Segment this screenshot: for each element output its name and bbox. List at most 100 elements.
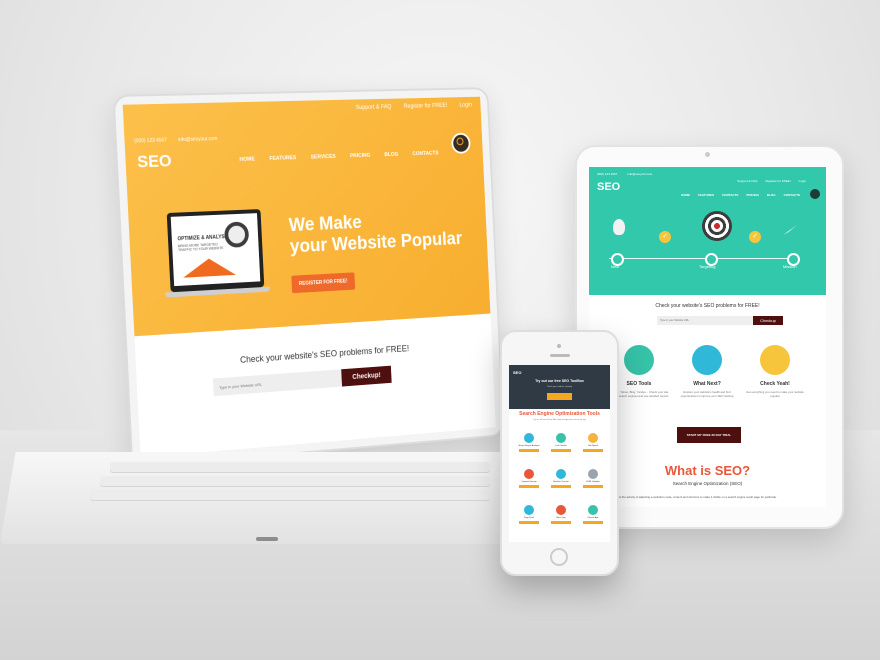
tool-name: Page Rank xyxy=(517,517,541,519)
phone-camera xyxy=(557,344,561,348)
keyboard-row xyxy=(110,462,490,472)
what-is-seo-text: is the activity of adjusting a website's… xyxy=(619,495,819,499)
feature-desc: Get everything you need to make your web… xyxy=(745,390,805,398)
login-link[interactable]: Login xyxy=(799,179,806,183)
tool-icon xyxy=(556,469,566,479)
tool-icon xyxy=(556,433,566,443)
tool-item[interactable]: Keyword Density xyxy=(517,469,541,488)
support-link[interactable]: Support & FAQ xyxy=(356,104,392,111)
free-trial-button[interactable]: START MY FREE 30 DAY TRIAL xyxy=(677,427,741,443)
tool-button[interactable] xyxy=(551,485,571,488)
laptop-logo[interactable]: SEO xyxy=(137,151,172,172)
tool-button[interactable] xyxy=(583,521,603,524)
tool-button[interactable] xyxy=(583,485,603,488)
tool-item[interactable]: Search Engine Analyzer xyxy=(517,433,541,452)
tool-item[interactable]: HTML Validator xyxy=(581,469,605,488)
tool-icon xyxy=(588,505,598,515)
illustration-title: OPTIMIZE & ANALYSE xyxy=(177,234,227,242)
nav-contacts[interactable]: CONTACTS xyxy=(784,193,800,197)
tools-section-title: Search Engine Optimization Tools xyxy=(509,411,610,417)
phone-cta-button[interactable] xyxy=(547,393,572,400)
tool-name: Domain Age xyxy=(581,517,605,519)
register-link[interactable]: Register for FREE! xyxy=(404,103,448,110)
target-icon xyxy=(702,211,732,241)
tool-item[interactable]: Meta Tags xyxy=(549,505,573,524)
tablet-logo[interactable]: SEO xyxy=(597,181,620,193)
illustration-laptop-base xyxy=(165,287,270,298)
tool-button[interactable] xyxy=(551,449,571,452)
tool-icon xyxy=(524,433,534,443)
nav-blog[interactable]: BLOG xyxy=(767,193,776,197)
tool-icon xyxy=(556,505,566,515)
laptop: Support & FAQ Register for FREE! Login (… xyxy=(112,87,504,468)
nav-pricing[interactable]: PRICING xyxy=(350,153,371,159)
tool-button[interactable] xyxy=(583,449,603,452)
checkup-button[interactable]: Checkup xyxy=(753,316,783,325)
step-label: Mission xyxy=(783,264,797,269)
lightbulb-icon xyxy=(613,219,625,235)
phone-hero: SEO Try out our free SEO ToolBox Check y… xyxy=(509,365,610,409)
illustration-laptop: OPTIMIZE & ANALYSE BRING MORE TARGETED T… xyxy=(167,209,265,292)
check-title: Check your website's SEO problems for FR… xyxy=(240,343,410,364)
url-input[interactable] xyxy=(657,316,753,325)
tool-item[interactable]: Link Checker xyxy=(549,433,573,452)
tool-button[interactable] xyxy=(519,449,539,452)
tool-button[interactable] xyxy=(551,521,571,524)
phone: SEO Try out our free SEO ToolBox Check y… xyxy=(500,330,619,576)
laptop-top-links: Support & FAQ Register for FREE! Login xyxy=(356,103,472,111)
tool-icon xyxy=(524,469,534,479)
keyboard-row xyxy=(100,476,490,486)
tool-item[interactable]: Site Speed xyxy=(581,433,605,452)
nav-features[interactable]: FEATURES xyxy=(269,155,296,162)
phone-number: (000) 123 4567 xyxy=(597,172,617,176)
laptop-nav: HOME FEATURES SERVICES PRICING BLOG CONT… xyxy=(239,151,438,163)
checkup-button[interactable]: Checkup! xyxy=(341,366,391,387)
tools-section-desc: Try our full set of free SEO tools and g… xyxy=(519,419,600,421)
paper-plane-icon xyxy=(783,225,797,235)
tool-button[interactable] xyxy=(519,485,539,488)
search-icon[interactable] xyxy=(810,189,820,199)
laptop-hero: Support & FAQ Register for FREE! Login (… xyxy=(123,97,491,337)
laptop-screen: Support & FAQ Register for FREE! Login (… xyxy=(123,97,496,458)
phone-hero-subtitle: Check your website instantly xyxy=(509,386,610,388)
register-link[interactable]: Register for FREE! xyxy=(765,179,790,183)
tablet-top-links: Support & FAQ Register for FREE! Login xyxy=(737,179,806,183)
feature-title: Check Yeah! xyxy=(745,381,805,387)
login-link[interactable]: Login xyxy=(459,103,472,109)
monitor-icon xyxy=(692,345,722,375)
nav-features[interactable]: FEATURES xyxy=(698,193,714,197)
tablet-screen: (000) 123 4567 info@seoyour.com Support … xyxy=(589,167,826,507)
keyboard-row xyxy=(90,490,490,500)
laptop-opening-slot xyxy=(256,537,278,541)
nav-home[interactable]: HOME xyxy=(239,157,255,163)
nav-home[interactable]: HOME xyxy=(681,193,690,197)
check-icon: ✓ xyxy=(659,231,671,243)
tool-item[interactable]: Domain Age xyxy=(581,505,605,524)
tool-icon xyxy=(524,505,534,515)
tablet-nav: HOME FEATURES CONTACTS PRICING BLOG CONT… xyxy=(681,193,800,197)
step-label: Idea xyxy=(611,264,619,269)
url-input[interactable] xyxy=(213,369,348,396)
tool-name: HTML Validator xyxy=(581,481,605,483)
what-is-seo-subtitle: Search Engine Optimization (SEO) xyxy=(589,481,826,486)
tool-icon xyxy=(588,433,598,443)
tool-item[interactable]: Backlink Checker xyxy=(549,469,573,488)
home-button[interactable] xyxy=(550,548,568,566)
phone-logo[interactable]: SEO xyxy=(513,370,521,375)
check-title: Check your website's SEO problems for FR… xyxy=(589,303,826,309)
gauge-icon xyxy=(760,345,790,375)
nav-services[interactable]: SERVICES xyxy=(311,154,336,161)
search-icon[interactable] xyxy=(451,133,471,154)
nav-contacts[interactable]: CONTACTS xyxy=(412,151,438,158)
register-button[interactable]: REGISTER FOR FREE! xyxy=(291,272,355,293)
support-link[interactable]: Support & FAQ xyxy=(737,179,757,183)
phone-hero-title: Try out our free SEO ToolBox xyxy=(509,379,610,383)
tool-button[interactable] xyxy=(519,521,539,524)
nav-pricing[interactable]: PRICING xyxy=(746,193,759,197)
email-address: info@seoyour.com xyxy=(178,136,217,143)
feature-what-next: What Next? Explore your website's health… xyxy=(677,345,737,398)
tool-item[interactable]: Page Rank xyxy=(517,505,541,524)
nav-contacts[interactable]: CONTACTS xyxy=(722,193,738,197)
nav-blog[interactable]: BLOG xyxy=(384,152,398,158)
tool-icon xyxy=(588,469,598,479)
